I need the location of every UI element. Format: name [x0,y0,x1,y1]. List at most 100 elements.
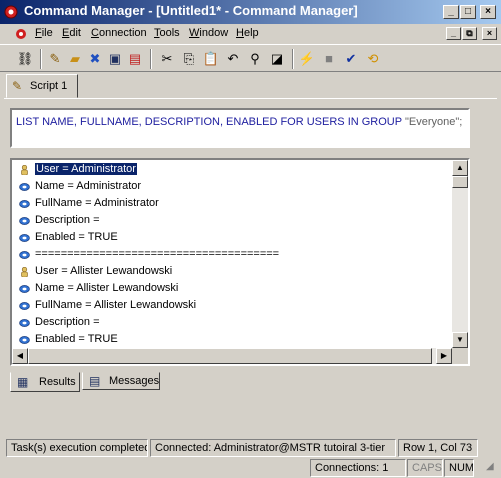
scroll-down-icon[interactable]: ▼ [452,332,468,348]
list-item[interactable]: Enabled = TRUE [16,332,446,349]
vertical-scroll-thumb[interactable] [452,176,468,188]
horizontal-scroll-thumb[interactable] [28,348,432,364]
tab-script-1[interactable]: ✎ Script 1 [6,74,78,98]
cut-icon[interactable]: ✂ [158,50,176,68]
status-num: NUM [444,459,474,477]
list-item-text: User = Allister Lewandowski [35,265,173,277]
close-icon[interactable]: × [482,27,497,40]
scroll-corner [452,348,468,364]
execute-icon[interactable]: ⚡ [298,50,316,68]
status-connections: Connections: 1 [310,459,406,477]
menu-bar: File Edit Connection Tools Window Help _… [0,24,501,44]
property-icon [19,234,30,242]
horizontal-scrollbar[interactable]: ◀ ▶ [12,348,452,364]
menu-tools[interactable]: Tools [154,27,180,39]
list-item-text: ====================================== [35,248,280,260]
stop-icon[interactable]: ■ [320,50,338,68]
tab-messages-label: Messages [109,375,160,387]
toolbar: ⛓ ✎ ▰ ✖ ▣ ▤ ✂ ⎘ 📋 ↶ ⚲ ◪ ⚡ ■ ✔ ⟲ [0,44,501,72]
vertical-scrollbar[interactable]: ▲ ▼ [452,160,468,348]
reconnect-icon[interactable]: ⟲ [364,50,382,68]
edit-icon[interactable]: ◪ [268,50,286,68]
status-message: Task(s) execution completed [6,439,148,457]
results-list[interactable]: User = Administrator Name = Administrator… [10,158,470,366]
menu-tools-label: Tools [154,27,180,39]
toolbar-separator [40,49,42,69]
gear-icon[interactable] [14,27,28,41]
script-tab-strip: ✎ Script 1 [0,72,501,98]
list-item-text: Enabled = TRUE [35,231,118,243]
list-item-text: FullName = Allister Lewandowski [35,299,197,311]
menu-file-label: File [35,27,53,39]
list-item[interactable]: Enabled = TRUE [16,230,446,247]
menu-edit-label: Edit [62,27,81,39]
tab-divider [4,98,497,99]
user-icon [21,165,28,175]
script-command: LIST NAME, FULLNAME, DESCRIPTION, ENABLE… [16,116,402,128]
property-icon [19,302,30,310]
close-icon[interactable]: × [480,5,496,19]
restore-icon[interactable]: ⧉ [462,27,477,40]
menu-connection-label: Connection [91,27,147,39]
menu-file[interactable]: File [35,27,53,39]
minimize-icon[interactable]: _ [446,27,461,40]
maximize-icon[interactable]: □ [460,5,476,19]
script-text: LIST NAME, FULLNAME, DESCRIPTION, ENABLE… [16,116,462,128]
undo-icon[interactable]: ↶ [224,50,242,68]
scroll-left-icon[interactable]: ◀ [12,348,28,364]
list-item-text: Description = [35,316,100,328]
menu-help[interactable]: Help [236,27,259,39]
property-icon [19,251,30,259]
copy-icon[interactable]: ⎘ [180,50,198,68]
property-icon [19,319,30,327]
gear-icon[interactable] [3,4,19,20]
scroll-right-icon[interactable]: ▶ [436,348,452,364]
menu-help-label: Help [236,27,259,39]
status-caps: CAPS [407,459,443,477]
list-item-text: Name = Administrator [35,180,142,192]
menu-connection[interactable]: Connection [91,27,147,39]
user-icon [21,267,28,277]
status-connection: Connected: Administrator@MSTR tutoiral 3… [150,439,396,457]
list-item-text: Description = [35,214,100,226]
list-item[interactable]: FullName = Administrator [16,196,446,213]
list-item-text: Name = Allister Lewandowski [35,282,179,294]
property-icon [19,200,30,208]
list-item-text: Enabled = TRUE [35,333,118,345]
property-icon [19,183,30,191]
resize-grip-icon[interactable]: ◢ [486,462,498,474]
list-item[interactable]: User = Allister Lewandowski [16,264,446,281]
script-argument: "Everyone"; [404,116,463,128]
script-editor[interactable]: LIST NAME, FULLNAME, DESCRIPTION, ENABLE… [10,108,470,148]
find-icon[interactable]: ⚲ [246,50,264,68]
window-title: Command Manager - [Untitled1* - Command … [24,3,358,18]
save-icon[interactable]: ▣ [106,50,124,68]
list-item-text: User = Administrator [34,162,138,176]
menu-edit[interactable]: Edit [62,27,81,39]
list-item[interactable]: Name = Allister Lewandowski [16,281,446,298]
toolbar-separator [150,49,152,69]
title-bar[interactable]: Command Manager - [Untitled1* - Command … [0,0,501,24]
check-syntax-icon[interactable]: ✔ [342,50,360,68]
new-script-icon[interactable]: ✎ [46,50,64,68]
scroll-up-icon[interactable]: ▲ [452,160,468,176]
messages-icon: ▤ [89,374,101,388]
list-item-text: FullName = Administrator [35,197,159,209]
open-icon[interactable]: ▰ [66,50,84,68]
list-item[interactable]: FullName = Allister Lewandowski [16,298,446,315]
save-results-icon[interactable]: ▤ [126,50,144,68]
menu-window[interactable]: Window [189,27,228,39]
list-item[interactable]: Description = [16,213,446,230]
status-position: Row 1, Col 73 [398,439,478,457]
paste-icon[interactable]: 📋 [202,50,220,68]
toolbar-separator [292,49,294,69]
tab-messages[interactable]: ▤ Messages [82,372,160,390]
list-item[interactable]: User = Administrator [16,162,446,179]
minimize-icon[interactable]: _ [443,5,459,19]
list-item[interactable]: Description = [16,315,446,332]
tab-results[interactable]: ▦ Results [10,372,80,392]
list-item[interactable]: ====================================== [16,247,446,264]
connect-icon[interactable]: ⛓ [16,50,34,68]
list-item[interactable]: Name = Administrator [16,179,446,196]
disconnect-icon[interactable]: ✖ [86,50,104,68]
